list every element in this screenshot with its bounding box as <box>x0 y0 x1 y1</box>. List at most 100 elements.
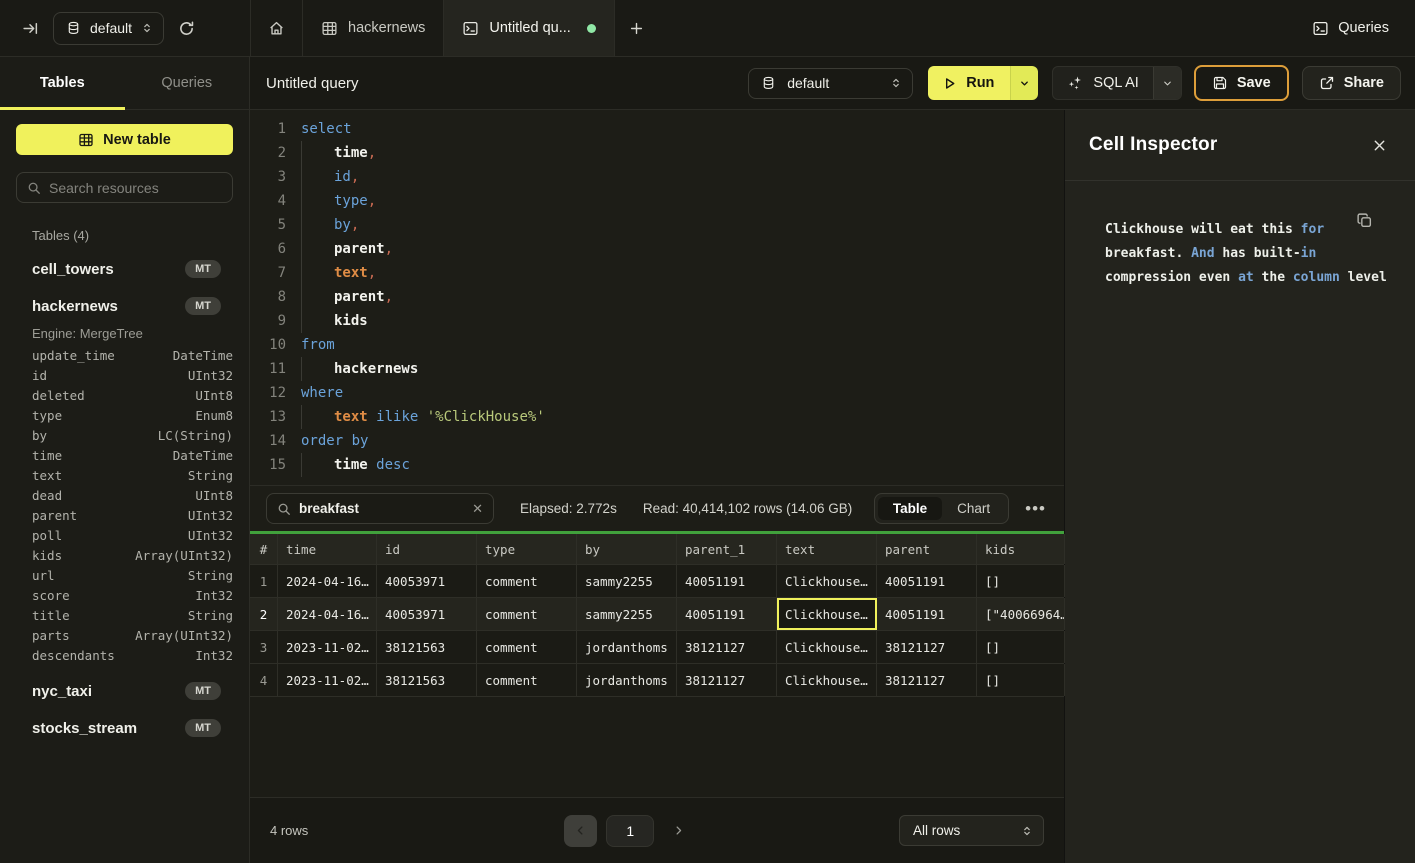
run-button[interactable]: Run <box>928 66 1010 100</box>
token: order by <box>301 433 368 449</box>
grid-header-cell-time[interactable]: time <box>278 534 377 564</box>
grid-row[interactable]: 32023-11-02…38121563commentjordanthoms38… <box>250 631 1064 664</box>
grid-cell[interactable]: 38121563 <box>377 664 477 696</box>
code-line: time, <box>301 141 376 165</box>
results-search-input[interactable] <box>299 501 464 516</box>
grid-header-cell-#[interactable]: # <box>250 534 278 564</box>
sql-ai-options-button[interactable] <box>1153 67 1181 99</box>
table-item-cell_towers[interactable]: cell_towersMT <box>32 258 233 280</box>
table-item-stocks_stream[interactable]: stocks_streamMT <box>32 717 233 739</box>
tab-home[interactable] <box>251 0 303 56</box>
table-item-hackernews[interactable]: hackernewsMT <box>32 295 233 317</box>
grid-cell[interactable]: [] <box>977 664 1065 696</box>
grid-header-cell-parent_1[interactable]: parent_1 <box>677 534 777 564</box>
tab-untitled-query[interactable]: Untitled qu... <box>444 0 614 56</box>
database-icon <box>66 20 81 36</box>
grid-cell[interactable]: 2023-11-02… <box>278 664 377 696</box>
page-size-selector[interactable]: All rows <box>899 815 1044 846</box>
row-number[interactable]: 4 <box>250 664 278 696</box>
grid-cell[interactable]: 40053971 <box>377 565 477 597</box>
prev-page-button[interactable] <box>564 815 597 847</box>
tab-hackernews[interactable]: hackernews <box>303 0 444 56</box>
row-number[interactable]: 1 <box>250 565 278 597</box>
grid-cell[interactable]: 38121127 <box>877 631 977 663</box>
row-number[interactable]: 2 <box>250 598 278 630</box>
close-inspector-button[interactable] <box>1372 138 1387 153</box>
save-button[interactable]: Save <box>1194 65 1289 101</box>
grid-row[interactable]: 22024-04-16…40053971commentsammy22554005… <box>250 598 1064 631</box>
grid-cell[interactable]: Clickhouse… <box>777 598 877 630</box>
editor-line: 3id, <box>260 165 1064 189</box>
grid-header-cell-id[interactable]: id <box>377 534 477 564</box>
view-tab-chart[interactable]: Chart <box>942 497 1005 520</box>
grid-cell[interactable]: Clickhouse… <box>777 631 877 663</box>
grid-cell[interactable]: [] <box>977 631 1065 663</box>
unsaved-indicator-dot <box>587 24 596 33</box>
column-row: timeDateTime <box>32 445 233 465</box>
grid-cell[interactable]: Clickhouse… <box>777 664 877 696</box>
line-number: 7 <box>260 261 286 285</box>
resource-search-input[interactable] <box>49 180 230 196</box>
next-page-button[interactable] <box>663 815 693 847</box>
sql-editor[interactable]: 1select2time,3id,4type,5by,6parent,7text… <box>250 110 1064 485</box>
grid-cell[interactable]: 38121127 <box>877 664 977 696</box>
toolbar-database-selector[interactable]: default <box>748 68 913 99</box>
grid-row[interactable]: 42023-11-02…38121563commentjordanthoms38… <box>250 664 1064 697</box>
row-number[interactable]: 3 <box>250 631 278 663</box>
grid-header-cell-by[interactable]: by <box>577 534 677 564</box>
more-options-button[interactable]: ••• <box>1021 499 1050 519</box>
grid-cell[interactable]: jordanthoms <box>577 664 677 696</box>
grid-cell[interactable]: 38121563 <box>377 631 477 663</box>
column-type: UInt8 <box>195 488 233 503</box>
grid-cell[interactable]: 40053971 <box>377 598 477 630</box>
grid-cell[interactable]: sammy2255 <box>577 598 677 630</box>
grid-cell[interactable]: [] <box>977 565 1065 597</box>
grid-row[interactable]: 12024-04-16…40053971commentsammy22554005… <box>250 565 1064 598</box>
sidebar-tab-tables[interactable]: Tables <box>0 57 125 109</box>
share-button[interactable]: Share <box>1302 66 1401 100</box>
grid-cell[interactable]: 2024-04-16… <box>278 565 377 597</box>
grid-header-cell-parent[interactable]: parent <box>877 534 977 564</box>
indent-guide <box>301 261 334 285</box>
run-options-button[interactable] <box>1010 66 1038 100</box>
table-item-nyc_taxi[interactable]: nyc_taxiMT <box>32 680 233 702</box>
new-tab-button[interactable] <box>615 0 658 56</box>
grid-cell[interactable]: 2023-11-02… <box>278 631 377 663</box>
grid-cell[interactable]: ["40066964… <box>977 598 1065 630</box>
grid-cell[interactable]: comment <box>477 565 577 597</box>
new-table-button[interactable]: New table <box>16 124 233 155</box>
sql-ai-button[interactable]: SQL AI <box>1053 67 1152 99</box>
grid-cell[interactable]: 2024-04-16… <box>278 598 377 630</box>
grid-cell[interactable]: 40051191 <box>677 565 777 597</box>
inspector-token: the <box>1254 270 1293 285</box>
grid-cell[interactable]: 38121127 <box>677 631 777 663</box>
sidebar-tab-queries[interactable]: Queries <box>125 57 250 109</box>
copy-cell-button[interactable] <box>1356 212 1373 229</box>
grid-cell[interactable]: comment <box>477 631 577 663</box>
grid-header-cell-kids[interactable]: kids <box>977 534 1065 564</box>
grid-cell[interactable]: 40051191 <box>877 598 977 630</box>
grid-header-cell-type[interactable]: type <box>477 534 577 564</box>
tab-label: hackernews <box>348 20 425 36</box>
grid-cell[interactable]: Clickhouse… <box>777 565 877 597</box>
view-tab-table[interactable]: Table <box>878 497 942 520</box>
refresh-button[interactable] <box>178 20 195 37</box>
tables-list: cell_towersMThackernewsMTEngine: MergeTr… <box>16 258 233 739</box>
topbar-database-selector[interactable]: default <box>53 12 164 45</box>
line-number: 6 <box>260 237 286 261</box>
queries-button[interactable]: Queries <box>1312 20 1389 37</box>
collapse-sidebar-button[interactable] <box>22 20 39 37</box>
grid-cell[interactable]: 40051191 <box>877 565 977 597</box>
grid-cell[interactable]: 40051191 <box>677 598 777 630</box>
grid-header-cell-text[interactable]: text <box>777 534 877 564</box>
grid-cell[interactable]: jordanthoms <box>577 631 677 663</box>
code-line: hackernews <box>301 357 418 381</box>
clear-search-button[interactable]: ✕ <box>472 502 483 515</box>
grid-cell[interactable]: comment <box>477 598 577 630</box>
terminal-icon <box>1312 20 1329 37</box>
page-input[interactable] <box>606 815 654 847</box>
grid-cell[interactable]: comment <box>477 664 577 696</box>
token: , <box>385 241 393 257</box>
grid-cell[interactable]: 38121127 <box>677 664 777 696</box>
grid-cell[interactable]: sammy2255 <box>577 565 677 597</box>
